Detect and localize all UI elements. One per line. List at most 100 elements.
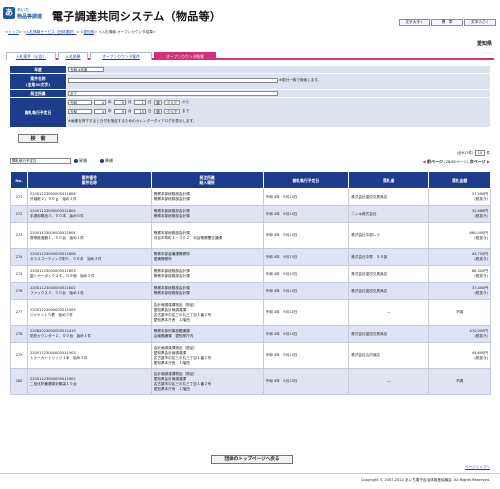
back-to-org-top-button[interactable]: 団体のトップページへ戻る xyxy=(211,455,293,464)
delivery-place: 愛備警察係 xyxy=(153,257,172,261)
case-name: ガラスコーティング剤５，００本 始め３件 xyxy=(29,257,102,261)
title-row: 案件名称 (全角50文字) ※部分一致で検索します。 xyxy=(10,74,490,90)
row-org: 会計局調達課物品（物品） 愛知県会計局調達課 名古屋市中区三の丸三丁目１番２号 愛… xyxy=(150,342,264,369)
font-small-button[interactable]: 文字小さく xyxy=(464,19,496,26)
row-date: 令和 4年 9月13日 xyxy=(262,265,350,283)
case-number-link[interactable]: 22001123000005511805 xyxy=(30,209,76,213)
row-date: 令和 4年 9月13日 xyxy=(262,325,350,343)
row-case: 22001123000005511806 外袖紙２，００ｇ 始め１件 xyxy=(26,188,152,206)
case-number-link[interactable]: 22001123000005511905 xyxy=(30,308,76,312)
row-amount: 44,600円 (税抜き) xyxy=(428,342,491,369)
header: あ あいち 物品等調達 電子調達共同システム（物品等） 文字大きく 標 準 文字… xyxy=(0,0,500,28)
delivery-place: 警察本部総務部会計課 xyxy=(153,291,190,295)
org-name: 会計局調達課物品（物品） xyxy=(153,302,197,307)
date1-era-select[interactable]: 令和 xyxy=(68,100,92,105)
row-winner: 株式会社中部レナ xyxy=(348,222,430,249)
delivery-place: 会議鑑識課 愛知県庁内 xyxy=(153,334,194,338)
search-button[interactable]: 検 索 xyxy=(18,134,58,143)
row-no: 279 xyxy=(10,342,28,369)
logo-line2: 物品等調達 xyxy=(17,14,43,20)
row-case: 22001123000005511804 携帯推進器１，００台 始め１件 xyxy=(26,222,152,249)
date-row: 開札執行予定日 令和 4 年 9 月 1 日 選 クリア から 令和 4 年 9… xyxy=(10,98,490,128)
tab-bid-results[interactable]: 入札結果 xyxy=(58,52,88,60)
amount-value: 37,290円 xyxy=(471,192,488,196)
logo-mark: あ xyxy=(3,7,15,19)
case-number-link[interactable]: 22001123000005511804 xyxy=(30,231,76,235)
date2-day-input[interactable]: 15 xyxy=(134,109,146,114)
row-amount: 86,300円 (税抜き) xyxy=(428,265,491,283)
date-to-text: まで xyxy=(182,109,190,113)
row-case: 22001123000005511903 トナーカートリッジ１本 始め３件 xyxy=(26,342,152,369)
org-name: 警察本部装備課警察係 xyxy=(153,252,190,256)
row-org: 会計局調達課物品（物品） 愛知県会計局調達課 名古屋市中区三の丸三丁目１番２号 愛… xyxy=(150,299,264,326)
tax-note: (税抜き) xyxy=(474,291,488,295)
breadcrumb-service[interactable]: 入札情報サービス（団体選択） xyxy=(26,30,76,34)
page-size-select[interactable]: 10 xyxy=(474,150,486,156)
page-top-link[interactable]: ページトップへ xyxy=(465,465,490,470)
prev-icon[interactable]: ◀ xyxy=(422,159,425,164)
prefecture-name: 愛知県 xyxy=(476,41,492,47)
date1-day-input[interactable]: 1 xyxy=(134,100,146,105)
table-row: 275 22001123000005511803 歯トナーボックス４，００個 始め２… xyxy=(10,265,491,283)
tax-note: (税抜き) xyxy=(474,334,488,338)
org-name: 会計局調達課物品（物品） xyxy=(153,371,197,376)
case-name: ファックス２，００台 始め１件 xyxy=(29,291,84,295)
row-case: 22001123000005511802 ファックス２，００台 始め１件 xyxy=(26,282,152,300)
date1-month-input[interactable]: 9 xyxy=(114,100,126,105)
case-number-link[interactable]: 22082023000005511419 xyxy=(30,329,76,333)
row-amount: 660,000円 (税抜き) xyxy=(428,222,491,249)
date1-clear-button[interactable]: クリア xyxy=(164,100,180,105)
case-number-link[interactable]: 22001123000005511903 xyxy=(30,351,76,355)
row-org: 警察本部総務部会計課 刈谷市寿町１－３０２ 刈谷警察署交通課 xyxy=(150,222,264,249)
sort-select[interactable]: 開札執行予定日 xyxy=(10,158,71,164)
date2-clear-button[interactable]: クリア xyxy=(164,109,180,114)
logo[interactable]: あ あいち 物品等調達 xyxy=(3,6,46,24)
org-name: 警察本部総務部会計課 xyxy=(153,192,190,196)
date1-year-input[interactable]: 4 xyxy=(94,100,106,105)
delivery-place: 警察本部総務部会計課 xyxy=(153,214,190,218)
sort-desc-radio[interactable]: 降順 xyxy=(100,158,113,164)
case-number-link[interactable]: 22001123000005511806 xyxy=(30,252,76,256)
next-icon[interactable]: ▶ xyxy=(487,159,490,164)
font-standard-button[interactable]: 標 準 xyxy=(431,19,463,26)
date-from-text: から xyxy=(182,100,190,104)
row-no: 271 xyxy=(10,188,28,206)
date2-month-input[interactable]: 9 xyxy=(114,109,126,114)
row-case: 22001123000005511905 ジャケット５着 始め３件 xyxy=(26,299,152,326)
case-number-link[interactable]: 22001123000005511806 xyxy=(30,192,76,196)
date2-era-select[interactable]: 令和 xyxy=(68,109,92,114)
tab-open-counter-cases[interactable]: オープンカウンタ案件 xyxy=(90,52,152,60)
case-name: トナーカートリッジ１本 始め３件 xyxy=(29,355,88,360)
case-number-link[interactable]: 22001123000005511802 xyxy=(30,286,76,290)
date-label: 開札執行予定日 xyxy=(10,98,66,127)
org-select[interactable]: 全て xyxy=(68,91,278,96)
sort-asc-radio[interactable]: 昇順 xyxy=(74,158,87,164)
row-amount: 32,686円 (税抜き) xyxy=(428,205,491,223)
year-select[interactable]: 令和 4年度 xyxy=(68,67,104,72)
case-number-link[interactable]: 22001123000005511803 xyxy=(30,269,76,273)
calendar-icon[interactable]: 選 xyxy=(154,109,162,114)
pager-info: (全617件) 10 件 xyxy=(456,150,490,156)
tab-open-counter-results[interactable]: オープンカウンタ結果 xyxy=(154,52,216,60)
amount-value: 44,600円 xyxy=(471,350,488,355)
calendar-icon[interactable]: 選 xyxy=(154,100,162,105)
tax-note: (税抜き) xyxy=(474,235,488,240)
next-page-link[interactable]: 次ページ xyxy=(470,159,486,164)
amount-value: 不調 xyxy=(455,379,464,383)
row-date: 令和 4年 9月13日 xyxy=(262,299,350,326)
row-amount: 470,000円 (税抜き) xyxy=(428,325,491,343)
row-date: 令和 4年 9月13日 xyxy=(262,188,350,206)
case-name-input[interactable] xyxy=(68,78,278,83)
radio-icon xyxy=(74,158,78,163)
breadcrumb-prefecture[interactable]: 愛知県 xyxy=(83,30,94,34)
font-large-button[interactable]: 文字大きく xyxy=(399,19,430,26)
date2-year-input[interactable]: 4 xyxy=(94,109,106,114)
tab-bid-cases[interactable]: 入札案件（公告） xyxy=(6,52,56,60)
breadcrumb: <トップ> <入札情報サービス（団体選択）> <愛知県> <入札情報-オープンカ… xyxy=(5,30,156,34)
breadcrumb-top[interactable]: トップ xyxy=(8,30,19,34)
row-amount: 不調 xyxy=(428,299,491,326)
case-number-link[interactable]: 22001123000005511902 xyxy=(30,377,76,381)
table-header-row: No. 案件番号 案件名称 発注所属 納入場所 開札執行予定日 落札者 落札金額 xyxy=(10,171,491,189)
row-winner: ― xyxy=(348,368,430,395)
prev-page-link[interactable]: 前ページ xyxy=(427,159,443,164)
